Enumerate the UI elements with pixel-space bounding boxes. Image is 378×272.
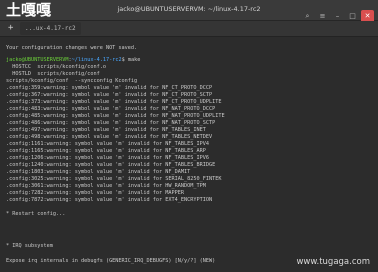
new-tab-button[interactable]: + bbox=[8, 22, 13, 35]
warning-line: .config:486:warning: symbol value 'm' in… bbox=[6, 120, 216, 126]
prompt-path: ~/linux-4.17-rc2 bbox=[71, 57, 122, 63]
warning-line: .config:1803:warning: symbol value 'm' i… bbox=[6, 169, 191, 175]
saved-message: Your configuration changes were NOT save… bbox=[6, 45, 138, 51]
window-controls: ⌕ ≡ – □ ✕ bbox=[299, 3, 374, 23]
terminal-output[interactable]: Your configuration changes were NOT save… bbox=[0, 37, 378, 272]
warning-line: .config:7872:warning: symbol value 'm' i… bbox=[6, 197, 213, 203]
build-line: HOSTLD scripts/kconfig/conf bbox=[6, 71, 100, 77]
warning-line: .config:483:warning: symbol value 'm' in… bbox=[6, 106, 216, 112]
window-title: jacko@UBUNTUSERVERVM: ~/linux-4.17-rc2 bbox=[117, 5, 261, 13]
prompt-user-host: jacko@UBUNTUSERVERVM bbox=[6, 57, 69, 63]
tab-terminal[interactable]: ...ux-4.17-rc2 bbox=[20, 22, 81, 35]
warning-line: .config:497:warning: symbol value 'm' in… bbox=[6, 127, 206, 133]
warning-line: .config:498:warning: symbol value 'm' in… bbox=[6, 134, 213, 140]
warning-line: .config:3061:warning: symbol value 'm' i… bbox=[6, 183, 206, 189]
window-titlebar: 土嘎嘎 jacko@UBUNTUSERVERVM: ~/linux-4.17-r… bbox=[0, 0, 378, 23]
build-line: scripts/kconfig/conf --syncconfig Kconfi… bbox=[6, 78, 138, 84]
prompt-symbol: $ bbox=[121, 57, 125, 63]
warning-line: .config:1206:warning: symbol value 'm' i… bbox=[6, 155, 210, 161]
build-line: HOSTCC scripts/kconfig/conf.o bbox=[6, 64, 106, 70]
watermark: www.tugaga.com bbox=[296, 257, 370, 267]
prompt-command: make bbox=[127, 57, 141, 63]
warning-line: .config:1165:warning: symbol value 'm' i… bbox=[6, 148, 206, 154]
warning-line: .config:1161:warning: symbol value 'm' i… bbox=[6, 141, 210, 147]
warning-line: .config:367:warning: symbol value 'm' in… bbox=[6, 92, 213, 98]
config-prompt-line: Expose irq internals in debugfs (GENERIC… bbox=[6, 258, 216, 264]
tab-bar: + ...ux-4.17-rc2 bbox=[0, 21, 378, 37]
warning-line: .config:359:warning: symbol value 'm' in… bbox=[6, 85, 213, 91]
restart-line: * Restart config... bbox=[6, 211, 66, 217]
warning-line: .config:373:warning: symbol value 'm' in… bbox=[6, 99, 222, 105]
shell-prompt: jacko@UBUNTUSERVERVM:~/linux-4.17-rc2$ m… bbox=[6, 57, 141, 63]
site-logo: 土嘎嘎 bbox=[6, 1, 52, 19]
warning-line: .config:3025:warning: symbol value 'm' i… bbox=[6, 176, 222, 182]
warning-line: .config:485:warning: symbol value 'm' in… bbox=[6, 113, 225, 119]
warning-line: .config:1240:warning: symbol value 'm' i… bbox=[6, 162, 216, 168]
config-section-title: * IRQ subsystem bbox=[6, 243, 53, 249]
warning-line: .config:7282:warning: symbol value 'm' i… bbox=[6, 190, 185, 196]
